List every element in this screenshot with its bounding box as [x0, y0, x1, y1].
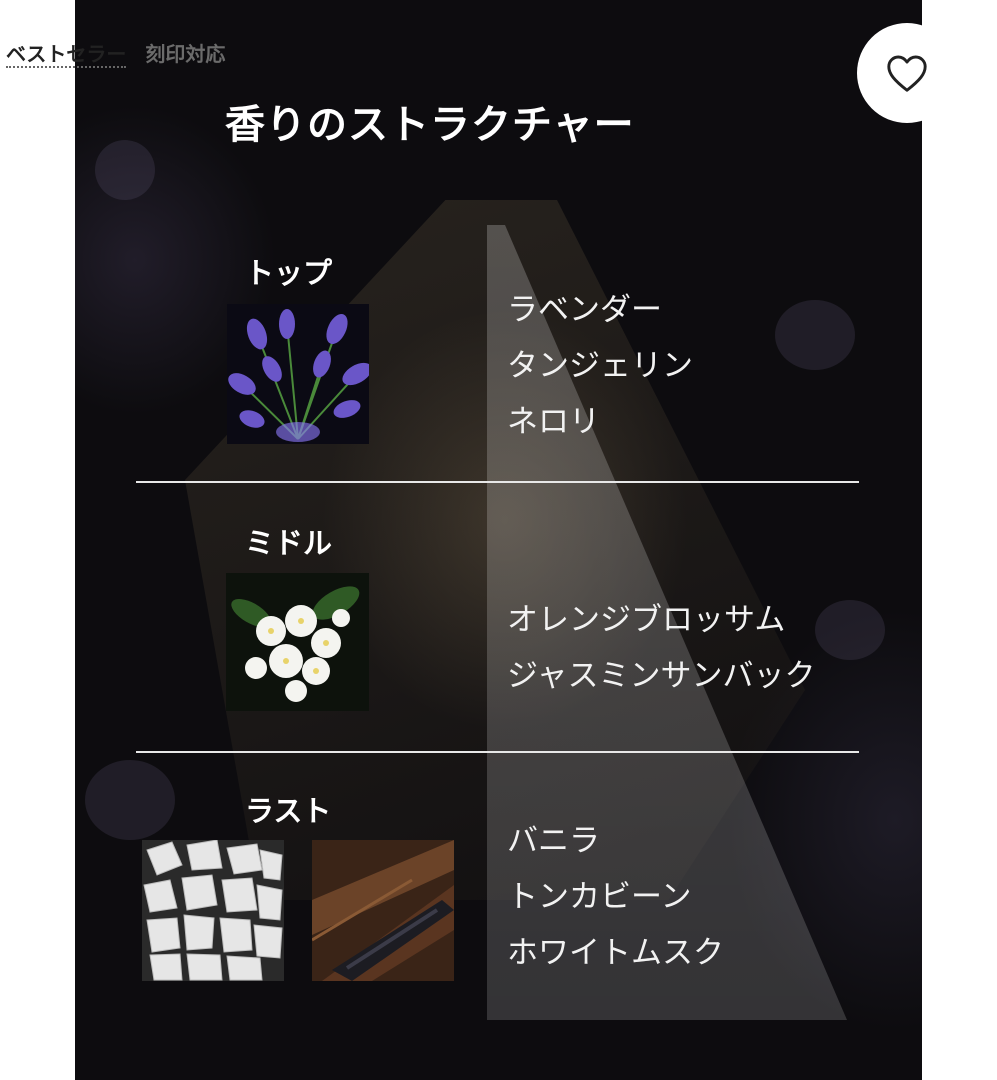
- section-divider: [136, 481, 859, 483]
- section-label-top: トップ: [245, 256, 333, 290]
- lavender-flower-image: [227, 304, 369, 444]
- background-flower-decor: [85, 760, 175, 840]
- base-note-2: トンカビーン: [507, 879, 692, 915]
- engraving-badge: 刻印対応: [145, 42, 226, 66]
- vanilla-pod-image: [312, 840, 454, 981]
- section-label-base: ラスト: [245, 794, 332, 828]
- orange-blossom-image: [226, 573, 369, 711]
- favorite-button[interactable]: [857, 23, 957, 123]
- white-musk-crystals-image: [142, 840, 284, 981]
- panel-title: 香りのストラクチャー: [225, 102, 635, 148]
- top-note-1: ラベンダー: [507, 292, 662, 328]
- background-flower-decor: [775, 300, 855, 370]
- background-flower-decor: [95, 140, 155, 200]
- top-note-3: ネロリ: [507, 404, 600, 440]
- background-flower-decor: [815, 600, 885, 660]
- base-note-1: バニラ: [507, 823, 600, 859]
- middle-note-1: オレンジブロッサム: [507, 602, 786, 638]
- top-note-2: タンジェリン: [507, 348, 693, 384]
- bestseller-badge[interactable]: ベストセラー: [6, 42, 127, 68]
- section-divider: [136, 751, 859, 753]
- product-badges: ベストセラー 刻印対応: [6, 38, 237, 68]
- middle-note-2: ジャスミンサンバック: [507, 658, 816, 694]
- fragrance-structure-panel: 香りのストラクチャー トップ ラベンダー タンジェリン ネロリ ミドル オレンジ…: [75, 0, 922, 1080]
- heart-outline-icon: [887, 55, 927, 92]
- section-label-middle: ミドル: [245, 526, 333, 560]
- base-note-3: ホワイトムスク: [507, 935, 724, 971]
